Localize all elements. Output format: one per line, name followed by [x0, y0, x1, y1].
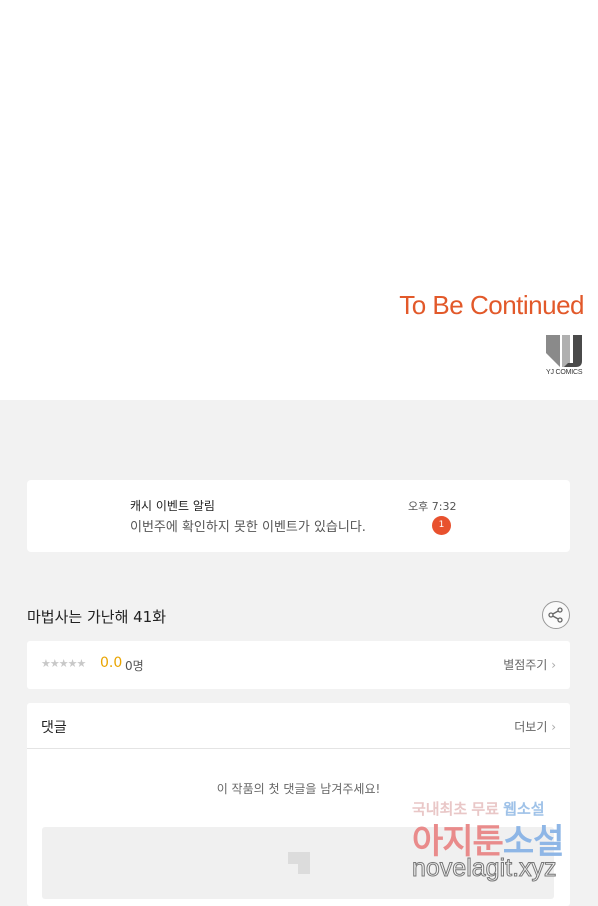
share-icon [548, 607, 563, 623]
chevron-right-icon: › [551, 720, 556, 734]
comments-title: 댓글 [41, 720, 67, 736]
comment-placeholder-icon [288, 852, 310, 874]
notification-message: 이번주에 확인하지 못한 이벤트가 있습니다. [130, 520, 366, 535]
to-be-continued-text: To Be Continued [399, 290, 584, 320]
comments-empty-message: 이 작품의 첫 댓글을 남겨주세요! [216, 782, 381, 796]
episode-title: 마법사는 가난해 41화 [27, 608, 167, 626]
notification-title: 캐시 이벤트 알림 [130, 499, 215, 513]
comic-panel: To Be Continued YJ COMICS [0, 0, 598, 400]
comments-more-button[interactable]: 더보기 › [514, 718, 556, 735]
rating-bar: ★★★★★ 0.0 0명 별점주기 › [27, 641, 570, 689]
rating-score: 0.0 [100, 655, 123, 671]
logo-text: YJ COMICS [546, 369, 583, 376]
rating-stars: ★★★★★ [41, 657, 86, 670]
notification-badge: 1 [432, 516, 451, 535]
cash-event-notification[interactable]: 캐시 이벤트 알림 이번주에 확인하지 못한 이벤트가 있습니다. 오후 7:3… [27, 480, 570, 552]
rating-count: 0명 [125, 659, 144, 673]
watermark-line3: novelagit.xyz [412, 854, 558, 883]
chevron-right-icon: › [551, 658, 556, 672]
comments-header: 댓글 더보기 › [27, 703, 570, 749]
share-button[interactable] [542, 601, 570, 629]
site-watermark: 국내최초 무료 웹소설 아지툰소설 novelagit.xyz [412, 798, 592, 898]
rate-button[interactable]: 별점주기 › [503, 656, 556, 673]
more-label: 더보기 [514, 720, 548, 734]
notification-time: 오후 7:32 [408, 500, 457, 513]
rate-button-label: 별점주기 [503, 658, 548, 672]
